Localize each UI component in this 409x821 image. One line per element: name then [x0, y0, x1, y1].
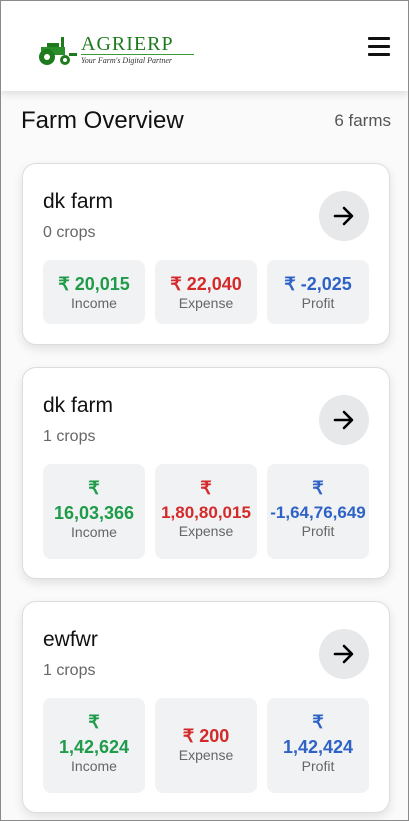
main-content: Farm Overview 6 farms dk farm 0 crops ₹ …: [1, 91, 408, 820]
logo-underline: [81, 54, 194, 55]
expense-label: Expense: [178, 523, 234, 539]
app-logo[interactable]: AGRIERP Your Farm's Digital Partner: [37, 33, 207, 73]
farm-count: 6 farms: [334, 111, 391, 130]
income-value: 16,03,366: [53, 503, 135, 523]
crop-count: 0 crops: [43, 224, 96, 241]
currency-symbol: ₹: [88, 712, 100, 732]
currency-symbol: ₹: [312, 478, 324, 498]
income-stat: ₹ 16,03,366 Income: [43, 464, 145, 559]
currency-symbol: ₹: [312, 712, 324, 732]
profit-stat: ₹ -2,025 Profit: [267, 260, 369, 324]
expense-value: ₹ 22,040: [170, 274, 242, 294]
expense-label: Expense: [178, 295, 234, 311]
crop-count: 1 crops: [43, 662, 96, 679]
crop-count: 1 crops: [43, 428, 96, 445]
expense-stat: ₹ 1,80,80,015 Expense: [155, 464, 257, 559]
arrow-right-icon: [333, 206, 354, 226]
tractor-icon: [39, 37, 77, 65]
expense-value: 1,80,80,015: [161, 503, 251, 522]
profit-label: Profit: [301, 758, 335, 774]
farm-card[interactable]: dk farm 1 crops ₹ 16,03,366 Income ₹ 1,8…: [22, 367, 390, 579]
currency-symbol: ₹: [200, 478, 212, 498]
income-value: ₹ 20,015: [58, 274, 130, 294]
expense-stat: ₹ 22,040 Expense: [155, 260, 257, 324]
profit-value: ₹ -2,025: [284, 274, 352, 294]
farm-name: ewfwr: [43, 628, 98, 651]
hamburger-menu-icon[interactable]: [368, 37, 390, 57]
logo-tagline: Your Farm's Digital Partner: [81, 56, 172, 65]
farm-card[interactable]: ewfwr 1 crops ₹ 1,42,624 Income ₹ 200 Ex…: [22, 601, 390, 813]
income-value: 1,42,624: [58, 737, 130, 757]
income-label: Income: [71, 524, 117, 540]
expense-value: ₹ 200: [182, 726, 230, 746]
income-label: Income: [71, 758, 117, 774]
income-stat: ₹ 1,42,624 Income: [43, 698, 145, 793]
farm-name: dk farm: [43, 394, 114, 417]
profit-label: Profit: [301, 523, 335, 539]
expense-label: Expense: [178, 747, 234, 763]
app-frame: AGRIERP Your Farm's Digital Partner Farm…: [0, 0, 409, 821]
farm-name: dk farm: [43, 190, 114, 213]
logo-title: AGRIERP: [81, 33, 174, 55]
profit-stat: ₹ -1,64,76,649 Profit: [267, 464, 369, 559]
income-stat: ₹ 20,015 Income: [43, 260, 145, 324]
profit-value: -1,64,76,649: [270, 503, 366, 522]
profit-value: 1,42,424: [282, 737, 354, 757]
expense-stat: ₹ 200 Expense: [155, 698, 257, 793]
arrow-right-icon: [333, 644, 354, 664]
currency-symbol: ₹: [88, 478, 100, 498]
income-label: Income: [71, 295, 117, 311]
arrow-right-icon: [333, 410, 354, 430]
page-title: Farm Overview: [21, 107, 184, 134]
open-farm-button[interactable]: [319, 395, 369, 445]
app-header: AGRIERP Your Farm's Digital Partner: [1, 1, 408, 91]
profit-label: Profit: [301, 295, 335, 311]
open-farm-button[interactable]: [319, 629, 369, 679]
farm-card[interactable]: dk farm 0 crops ₹ 20,015 Income ₹ 22,040…: [22, 163, 390, 345]
profit-stat: ₹ 1,42,424 Profit: [267, 698, 369, 793]
open-farm-button[interactable]: [319, 191, 369, 241]
